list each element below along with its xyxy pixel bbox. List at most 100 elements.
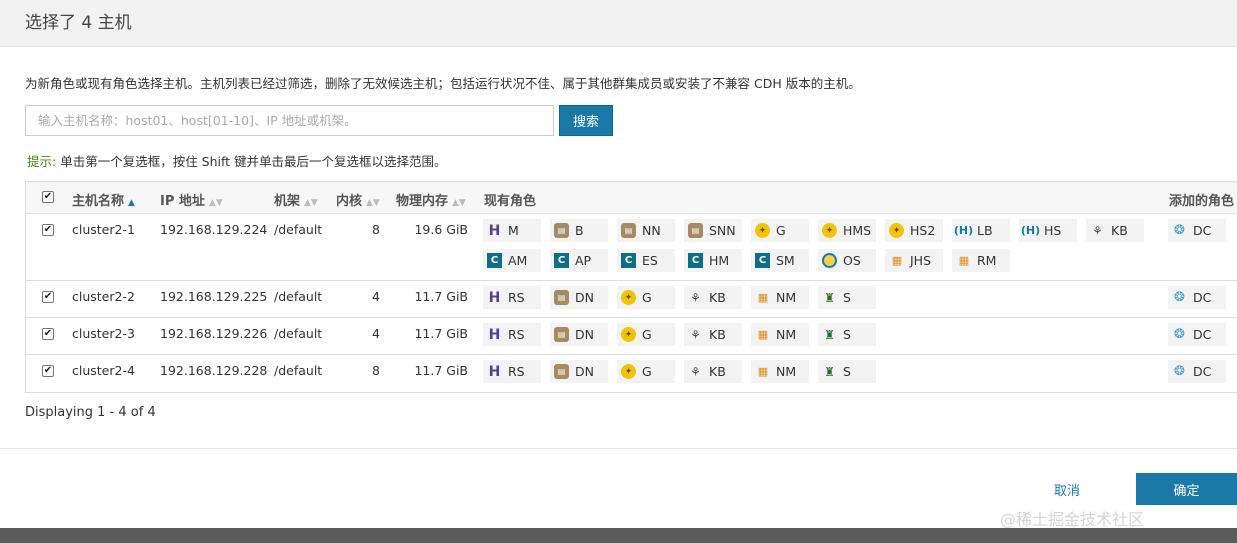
- role-label: RS: [508, 327, 525, 342]
- kafka-icon: ⚘: [1092, 223, 1103, 238]
- role-badge: ▤ NN: [617, 219, 675, 242]
- watermark: @稀土掘金技术社区: [1000, 510, 1145, 529]
- col-cores[interactable]: 内核 ▲▼: [336, 190, 380, 209]
- role-label: RM: [977, 253, 997, 268]
- role-label: DC: [1193, 364, 1212, 379]
- role-badge: C SM: [751, 249, 809, 272]
- hbase-icon: H: [488, 326, 501, 343]
- table-row[interactable]: ✔ cluster2-2 192.168.129.225/default 4 11.7 …: [26, 281, 1237, 318]
- col-rack[interactable]: 机架 ▲▼: [274, 190, 318, 209]
- hive-icon: ✦: [621, 327, 636, 342]
- gateway-icon: ❂: [1174, 327, 1185, 342]
- role-badge: ▦ NM: [751, 360, 809, 383]
- role-badge: ▤ DN: [550, 360, 608, 383]
- yarn-icon: ▦: [891, 254, 902, 267]
- role-badge: ♜ S: [818, 286, 876, 309]
- hive-icon: ✦: [889, 223, 904, 238]
- role-badge: ✦ HS2: [885, 219, 943, 242]
- rack: /default: [274, 222, 323, 237]
- role-badge: ✦ G: [617, 286, 675, 309]
- role-badge: ▦ JHS: [885, 249, 943, 272]
- cancel-button[interactable]: 取消: [1054, 480, 1080, 499]
- role-label: S: [843, 327, 851, 342]
- col-memory[interactable]: 物理内存 ▲▼: [396, 190, 466, 209]
- hbase-icon: H: [488, 363, 501, 380]
- dialog-title: 选择了 4 主机: [25, 13, 132, 33]
- role-label: DN: [575, 364, 594, 379]
- ip-address: 192.168.129.228: [160, 363, 268, 378]
- existing-roles: H RS ▤ DN ✦ G ⚘ KB ▦ NM ♜ S: [483, 323, 1163, 353]
- role-label: KB: [709, 364, 726, 379]
- role-label: G: [642, 290, 652, 305]
- role-label: RS: [508, 364, 525, 379]
- role-badge: (H) LB: [952, 219, 1010, 242]
- role-label: G: [642, 364, 652, 379]
- role-badge: ⚘ KB: [684, 360, 742, 383]
- table-row[interactable]: ✔ cluster2-4 192.168.129.228/default 8 11.7 …: [26, 355, 1237, 392]
- role-label: NN: [642, 223, 661, 238]
- col-hostname[interactable]: 主机名称 ▲: [72, 190, 135, 209]
- role-label: KB: [709, 327, 726, 342]
- role-label: HS2: [910, 223, 936, 238]
- role-badge: (H) HS: [1019, 219, 1077, 242]
- col-hostname-label: 主机名称: [72, 194, 125, 209]
- col-ip[interactable]: IP 地址 ▲▼: [160, 190, 223, 209]
- role-badge: ▤ B: [550, 219, 608, 242]
- existing-roles: H M ▤ B ▤ NN ▤ SNN ✦ G ✦ HMS ✦ HS2 (H) LB (H) HS ⚘ KB C AM C AP…: [483, 219, 1163, 279]
- host-name: cluster2-2: [72, 289, 135, 304]
- role-badge: ❂ DC: [1168, 323, 1226, 346]
- role-label: DC: [1193, 290, 1212, 305]
- host-name: cluster2-1: [72, 222, 135, 237]
- search-input[interactable]: [25, 105, 554, 136]
- sort-icon: ▲▼: [208, 198, 223, 208]
- cloudera-icon: C: [554, 253, 569, 268]
- search-button[interactable]: 搜索: [559, 105, 613, 136]
- row-checkbox[interactable]: ✔: [42, 291, 54, 303]
- select-all-checkbox[interactable]: ✔: [42, 191, 54, 203]
- hdfs-icon: ▤: [554, 364, 569, 379]
- role-badge: ▤ DN: [550, 286, 608, 309]
- dialog-header: 选择了 4 主机: [0, 0, 1237, 47]
- cores: 4: [372, 289, 380, 304]
- sort-icon: ▲▼: [304, 198, 318, 208]
- role-badge: ▤ DN: [550, 323, 608, 346]
- table-row[interactable]: ✔ cluster2-1 192.168.129.224/default 8 19.6 …: [26, 214, 1237, 281]
- role-label: KB: [709, 290, 726, 305]
- hint-label: 提示:: [27, 154, 57, 169]
- spark-icon: ♜: [824, 290, 835, 305]
- added-roles: ❂ DC: [1168, 323, 1235, 346]
- hbase-icon: H: [488, 222, 501, 239]
- memory: 11.7 GiB: [414, 326, 468, 341]
- existing-roles: H RS ▤ DN ✦ G ⚘ KB ▦ NM ♜ S: [483, 360, 1163, 390]
- role-label: ES: [642, 253, 658, 268]
- yarn-icon: ▦: [757, 291, 768, 304]
- kafka-icon: ⚘: [690, 290, 701, 305]
- yarn-icon: ▦: [958, 254, 969, 267]
- gateway-icon: ❂: [1174, 223, 1185, 238]
- ok-button[interactable]: 确定: [1136, 473, 1237, 505]
- hbase-icon: H: [488, 289, 501, 306]
- row-checkbox[interactable]: ✔: [42, 365, 54, 377]
- row-checkbox[interactable]: ✔: [42, 328, 54, 340]
- table-row[interactable]: ✔ cluster2-3 192.168.129.226/default 4 11.7 …: [26, 318, 1237, 355]
- role-badge: ❂ DC: [1168, 219, 1226, 242]
- role-badge: OS: [818, 249, 876, 272]
- role-badge: HM: [483, 219, 541, 242]
- role-label: DN: [575, 290, 594, 305]
- rack: /default: [274, 289, 323, 304]
- role-badge: ♜ S: [818, 360, 876, 383]
- role-badge: ✦ G: [751, 219, 809, 242]
- sort-asc-icon: ▲: [128, 198, 135, 208]
- col-rack-label: 机架: [274, 194, 301, 209]
- added-roles: ❂ DC: [1168, 286, 1235, 309]
- pagination-info: Displaying 1 - 4 of 4: [25, 405, 156, 420]
- row-checkbox[interactable]: ✔: [42, 224, 54, 236]
- role-label: S: [843, 364, 851, 379]
- kafka-icon: ⚘: [690, 364, 701, 379]
- role-badge: ✦ HMS: [818, 219, 876, 242]
- hive-icon: ✦: [621, 290, 636, 305]
- cores: 8: [372, 222, 380, 237]
- role-badge: H RS: [483, 323, 541, 346]
- role-badge: ❂ DC: [1168, 360, 1226, 383]
- host-name: cluster2-4: [72, 363, 135, 378]
